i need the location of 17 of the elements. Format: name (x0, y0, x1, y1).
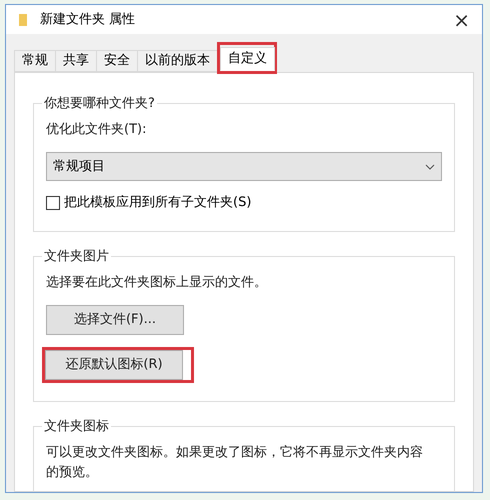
tab[interactable]: 共享 (55, 50, 97, 72)
checkbox-label: 把此模板应用到所有子文件夹(S) (64, 194, 252, 212)
checkbox[interactable] (46, 196, 60, 210)
group-text: 选择要在此文件夹图标上显示的文件。 (46, 274, 268, 292)
tab[interactable]: 安全 (96, 50, 138, 72)
tab[interactable]: 以前的版本 (137, 50, 218, 72)
close-button[interactable]: × (453, 10, 470, 30)
dialog-button[interactable]: 还原默认图标(R) (45, 350, 183, 380)
tab[interactable]: 自定义 (220, 47, 275, 71)
tab[interactable]: 常规 (14, 50, 56, 72)
chevron-down-icon (425, 164, 435, 170)
group-text: 可以更改文件夹图标。如果更改了图标，它将不再显示文件夹内容的预览。 (46, 444, 424, 482)
group-text: 优化此文件夹(T): (46, 121, 148, 139)
window-title: 新建文件夹 属性 (40, 10, 136, 29)
folder-icon (18, 12, 28, 26)
dialog-button[interactable]: 选择文件(F)... (46, 304, 184, 334)
folder-type-dropdown[interactable]: 常规项目 (46, 152, 442, 181)
